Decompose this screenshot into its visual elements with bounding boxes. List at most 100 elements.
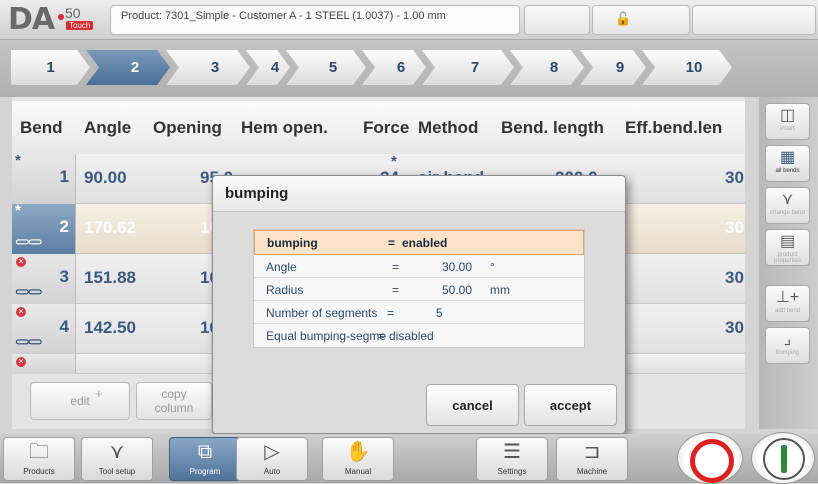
tab-6[interactable]: 6 — [362, 50, 426, 85]
dialog-title: bumping — [213, 176, 625, 212]
nav-products[interactable]: 🗀 Products — [3, 437, 75, 481]
nav-manual[interactable]: ✋ Manual — [322, 437, 394, 481]
param-name: Equal bumping-segme — [266, 329, 387, 343]
table-header: Bend Angle Opening Hem open. Force Metho… — [12, 101, 745, 153]
copy-column-button[interactable]: copy column — [136, 382, 212, 420]
document-icon: ▤ — [779, 233, 796, 250]
accept-button[interactable]: accept — [524, 384, 617, 426]
bumping-dialog: bumping bumping = enabled Angle = 30.00 … — [212, 175, 626, 434]
tab-1[interactable]: 1 — [11, 50, 90, 85]
error-icon: ✕ — [16, 257, 26, 267]
eff-length-value[interactable]: 30 — [725, 318, 744, 338]
tab-4[interactable]: 4 — [246, 50, 290, 85]
change-bend-button[interactable]: ⋎ change bend — [765, 187, 810, 224]
param-value[interactable]: enabled — [402, 236, 447, 250]
col-method: Method — [418, 118, 479, 137]
column-label: column — [154, 401, 194, 415]
bend-number-cell[interactable]: ✕ 4 ⊂⊃⊂⊃ — [12, 304, 76, 354]
bend-tab-bar: 1 2 3 4 5 6 7 8 9 10 — [0, 40, 818, 97]
param-eq: = — [387, 306, 395, 320]
nav-machine[interactable]: ⊐ Machine — [556, 437, 628, 481]
logo-number: 50 — [65, 5, 81, 21]
unlock-icon[interactable]: 🔓 — [615, 11, 631, 27]
segment-icon: ⊂⊃⊂⊃ — [15, 287, 42, 298]
angle-value[interactable]: 142.50 — [84, 318, 136, 338]
nav-tool-setup[interactable]: ⋎ Tool setup — [81, 437, 153, 481]
product-title[interactable]: Product: 7301_Simple - Customer A - 1 ST… — [110, 5, 520, 35]
bend-number: 3 — [59, 267, 69, 286]
edit-button[interactable]: edit + — [30, 382, 130, 420]
all-bends-button[interactable]: ▦ all bends — [765, 145, 810, 182]
copy-label: copy — [161, 387, 187, 401]
cancel-button[interactable]: cancel — [426, 384, 519, 426]
param-row-equal-segments[interactable]: Equal bumping-segme = disabled — [254, 324, 584, 347]
error-icon: ✕ — [16, 307, 26, 317]
bend-number-cell[interactable]: ✕ — [12, 354, 76, 374]
add-bend-button[interactable]: ⊥+ add bend — [765, 285, 810, 322]
tab-2[interactable]: 2 — [86, 50, 170, 85]
tab-8[interactable]: 8 — [510, 50, 584, 85]
insert-label: insert — [780, 126, 795, 132]
logo-touch: Touch — [66, 21, 94, 30]
col-opening: Opening — [153, 118, 222, 137]
param-value[interactable]: disabled — [389, 329, 434, 343]
bend-number: 4 — [59, 317, 69, 336]
insert-button[interactable]: ◫ insert — [765, 103, 810, 140]
folder-icon: 🗀 — [29, 441, 49, 463]
param-row-radius[interactable]: Radius = 50.00 mm — [254, 278, 584, 301]
param-value[interactable]: 5 — [436, 306, 443, 320]
param-eq: = — [392, 283, 400, 297]
nav-auto[interactable]: ▷ Auto — [236, 437, 308, 481]
grid-icon: ▦ — [779, 149, 796, 166]
tab-10[interactable]: 10 — [642, 50, 732, 85]
col-bend: Bend — [20, 118, 63, 137]
param-row-segments[interactable]: Number of segments = 5 — [254, 301, 584, 324]
tab-9[interactable]: 9 — [580, 50, 646, 85]
col-eff-bend-len: Eff.bend.len — [625, 118, 723, 137]
param-unit: mm — [490, 283, 510, 297]
tab-5[interactable]: 5 — [286, 50, 366, 85]
stop-button[interactable] — [677, 432, 743, 484]
param-name: Angle — [266, 260, 297, 274]
da50-logo: DA 50 Touch — [8, 2, 102, 37]
param-value[interactable]: 50.00 — [422, 283, 472, 297]
param-name: bumping — [267, 236, 318, 250]
insert-icon: ◫ — [779, 107, 796, 124]
logo-text: DA — [8, 2, 55, 37]
param-row-bumping[interactable]: bumping = enabled — [254, 230, 584, 255]
nav-label: Auto — [263, 467, 281, 476]
param-unit: ° — [490, 260, 495, 274]
angle-value[interactable]: 170.62 — [84, 218, 136, 238]
eff-length-value[interactable]: 30 — [725, 268, 744, 288]
tab-3[interactable]: 3 — [166, 50, 250, 85]
eff-length-value[interactable]: 30 — [725, 168, 744, 188]
segment-icon: ⊂⊃⊂⊃ — [15, 237, 42, 248]
lock-box[interactable]: 🔓 — [592, 5, 690, 35]
product-properties-button[interactable]: ▤ product properties — [765, 229, 810, 266]
bumping-label: bumping — [775, 350, 799, 356]
param-value[interactable]: 30.00 — [422, 260, 472, 274]
nav-program[interactable]: ⧉ Program — [169, 437, 241, 481]
list-icon: ☰ — [503, 441, 521, 463]
bend-number: 1 — [59, 167, 69, 186]
col-hem-open: Hem open. — [241, 118, 328, 137]
start-button[interactable] — [751, 432, 815, 484]
bend-number-cell[interactable]: * 1 — [12, 152, 76, 204]
top-header: DA 50 Touch Product: 7301_Simple - Custo… — [0, 0, 818, 40]
parameter-table: bumping = enabled Angle = 30.00 ° Radius… — [253, 229, 585, 348]
curve-icon: ⌟ — [783, 331, 792, 348]
plus-icon: + — [95, 386, 103, 401]
param-eq: = — [388, 236, 396, 250]
tab-7[interactable]: 7 — [422, 50, 514, 85]
tool-icon: ⋎ — [781, 191, 794, 208]
nav-settings[interactable]: ☰ Settings — [476, 437, 548, 481]
star-marker: * — [15, 152, 21, 169]
eff-length-value[interactable]: 30 — [725, 218, 744, 238]
param-row-angle[interactable]: Angle = 30.00 ° — [254, 255, 584, 278]
angle-value[interactable]: 151.88 — [84, 268, 136, 288]
bend-number-cell[interactable]: * 2 ⊂⊃⊂⊃ — [12, 202, 76, 254]
angle-value[interactable]: 90.00 — [84, 168, 127, 188]
bend-number-cell[interactable]: ✕ 3 ⊂⊃⊂⊃ — [12, 254, 76, 304]
add-bend-label: add bend — [774, 308, 801, 314]
bumping-button[interactable]: ⌟ bumping — [765, 327, 810, 364]
